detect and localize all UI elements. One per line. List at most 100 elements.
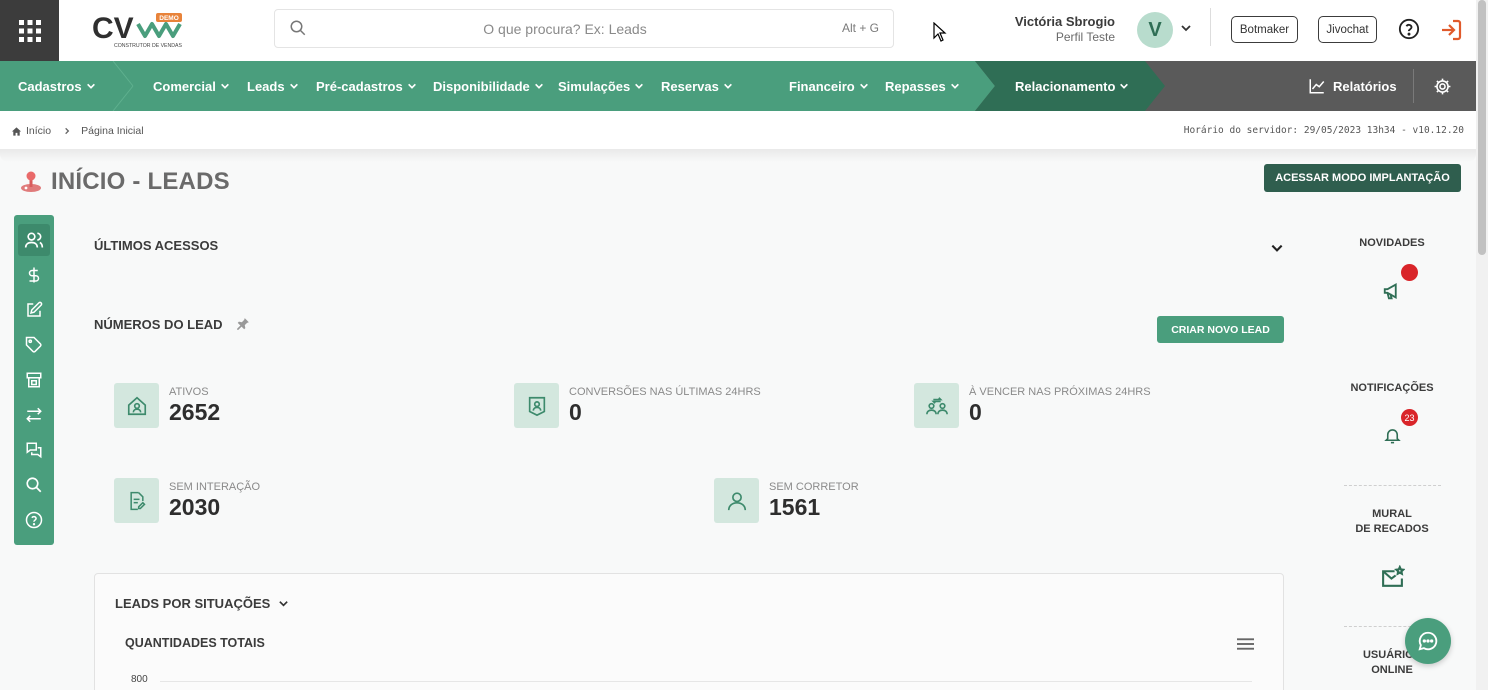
metric-label: SEM CORRETOR: [769, 481, 859, 493]
rail-tags[interactable]: [18, 329, 50, 361]
main-navigation: Cadastros Comercial Leads Pré-cadastros …: [0, 61, 1476, 111]
search-input[interactable]: [315, 14, 815, 44]
megaphone-icon[interactable]: [1382, 280, 1404, 302]
last-access-title[interactable]: ÚLTIMOS ACESSOS: [94, 238, 218, 253]
jivochat-button[interactable]: Jivochat: [1318, 16, 1377, 43]
logout-icon[interactable]: [1439, 18, 1463, 42]
rail-messages[interactable]: [18, 434, 50, 466]
rail-financial[interactable]: [18, 259, 50, 291]
chevron-down-icon[interactable]: [1180, 22, 1192, 34]
nav-label: Comercial: [153, 78, 216, 94]
nav-label: Relacionamento: [1015, 78, 1116, 94]
grid-icon: [18, 19, 41, 42]
page-scrollbar[interactable]: [1476, 0, 1488, 690]
metric-icon-box: [114, 478, 159, 523]
chevron-down-icon: [534, 83, 543, 89]
nav-label: Cadastros: [18, 78, 82, 94]
chevron-down-icon: [635, 83, 644, 89]
nav-label: Leads: [247, 78, 285, 94]
edit-icon: [27, 301, 43, 317]
implant-mode-button[interactable]: ACESSAR MODO IMPLANTAÇÃO: [1264, 164, 1461, 192]
create-lead-button[interactable]: CRIAR NOVO LEAD: [1157, 316, 1284, 343]
brand-logo[interactable]: CV DEMO CONSTRUTOR DE VENDAS: [92, 10, 187, 50]
breadcrumb-current: Página Inicial: [81, 125, 144, 137]
chat-fab-button[interactable]: [1405, 618, 1451, 664]
metric-expiring[interactable]: À VENCER NAS PRÓXIMAS 24hrs 0: [914, 383, 1151, 428]
nav-relatorios[interactable]: Relatórios: [1308, 61, 1397, 111]
avatar[interactable]: V: [1137, 12, 1173, 48]
rail-leads[interactable]: [18, 224, 50, 256]
svg-text:CV: CV: [92, 12, 134, 45]
metric-value: 1561: [769, 494, 821, 520]
metric-icon-box: [514, 383, 559, 428]
mural-title-line: MURAL: [1372, 508, 1412, 520]
metric-no-interaction[interactable]: SEM INTERAÇÃO 2030: [114, 478, 260, 523]
chat-icon: [1418, 631, 1438, 651]
page-title: INÍCIO - LEADS: [51, 168, 230, 195]
online-users-title-line: ONLINE: [1371, 664, 1413, 676]
card-title-text: LEADS POR SITUAÇÕES: [115, 596, 271, 611]
notifications-count-badge: 23: [1401, 409, 1418, 426]
nav-simulacoes[interactable]: Simulações: [558, 61, 644, 111]
nav-comercial[interactable]: Comercial: [153, 61, 230, 111]
search-icon: [290, 20, 306, 36]
rail-search[interactable]: [18, 469, 50, 501]
metric-no-broker[interactable]: SEM CORRETOR 1561: [714, 478, 859, 523]
nav-relacionamento[interactable]: Relacionamento: [1015, 61, 1129, 111]
dollar-icon: [28, 267, 40, 283]
rail-transfers[interactable]: [18, 399, 50, 431]
metric-active[interactable]: ATIVOS 2652: [114, 383, 220, 428]
rail-buildings[interactable]: [18, 364, 50, 396]
metric-icon-box: [914, 383, 959, 428]
joystick-icon: [21, 171, 41, 192]
botmaker-button[interactable]: Botmaker: [1231, 16, 1298, 43]
line-chart-icon: [1309, 79, 1325, 94]
file-edit-icon: [129, 491, 146, 510]
chevron-down-icon[interactable]: [1270, 241, 1284, 255]
svg-text:DEMO: DEMO: [159, 15, 179, 22]
leads-by-status-card: LEADS POR SITUAÇÕES QUANTIDADES TOTAIS 8…: [94, 573, 1284, 690]
side-rail: [14, 215, 54, 545]
lead-numbers-title: NÚMEROS DO LEAD: [94, 317, 223, 332]
nav-cadastros[interactable]: Cadastros: [18, 61, 96, 111]
help-icon[interactable]: [1398, 18, 1420, 40]
nav-repasses[interactable]: Repasses: [885, 61, 960, 111]
arrows-exchange-icon: [26, 407, 42, 423]
sidebar-divider: [1344, 485, 1441, 486]
mural-title: MURAL DE RECADOS: [1342, 507, 1442, 537]
nav-reservas[interactable]: Reservas: [661, 61, 733, 111]
users-icon: [24, 232, 44, 248]
scrollbar-thumb[interactable]: [1478, 0, 1486, 255]
metric-icon-box: [114, 383, 159, 428]
nav-label: Simulações: [558, 78, 631, 94]
apps-menu-button[interactable]: [0, 0, 59, 61]
global-search: Alt + G: [274, 9, 894, 48]
metric-label: CONVERSÕES NAS ÚLTIMAS 24hrs: [569, 386, 761, 398]
card-title[interactable]: LEADS POR SITUAÇÕES: [115, 596, 289, 611]
metric-conversions[interactable]: CONVERSÕES NAS ÚLTIMAS 24hrs 0: [514, 383, 761, 428]
nav-label: Financeiro: [789, 78, 855, 94]
badge-user-icon: [528, 396, 545, 416]
nav-divider: [1413, 69, 1414, 103]
chevron-down-icon: [86, 83, 95, 89]
nav-pre-cadastros[interactable]: Pré-cadastros: [316, 61, 417, 111]
rail-help[interactable]: [18, 504, 50, 536]
breadcrumb-home[interactable]: Início: [26, 125, 51, 137]
pin-icon[interactable]: [236, 317, 250, 331]
hamburger-menu-icon[interactable]: [1237, 637, 1254, 651]
settings-button[interactable]: [1433, 61, 1452, 111]
metric-label: SEM INTERAÇÃO: [169, 481, 261, 493]
metric-value: 0: [569, 399, 582, 425]
nav-label: Pré-cadastros: [316, 78, 403, 94]
nav-leads[interactable]: Leads: [247, 61, 299, 111]
chevron-down-icon: [723, 83, 732, 89]
mail-star-icon[interactable]: [1380, 565, 1405, 590]
users-transfer-icon: [925, 396, 948, 414]
nav-disponibilidade[interactable]: Disponibilidade: [433, 61, 544, 111]
tag-icon: [25, 336, 42, 353]
rail-edit[interactable]: [18, 294, 50, 326]
nav-financeiro[interactable]: Financeiro: [789, 61, 869, 111]
user-name: Victória Sbrogio: [1014, 14, 1115, 29]
metric-icon-box: [714, 478, 759, 523]
bell-icon[interactable]: [1383, 426, 1402, 445]
